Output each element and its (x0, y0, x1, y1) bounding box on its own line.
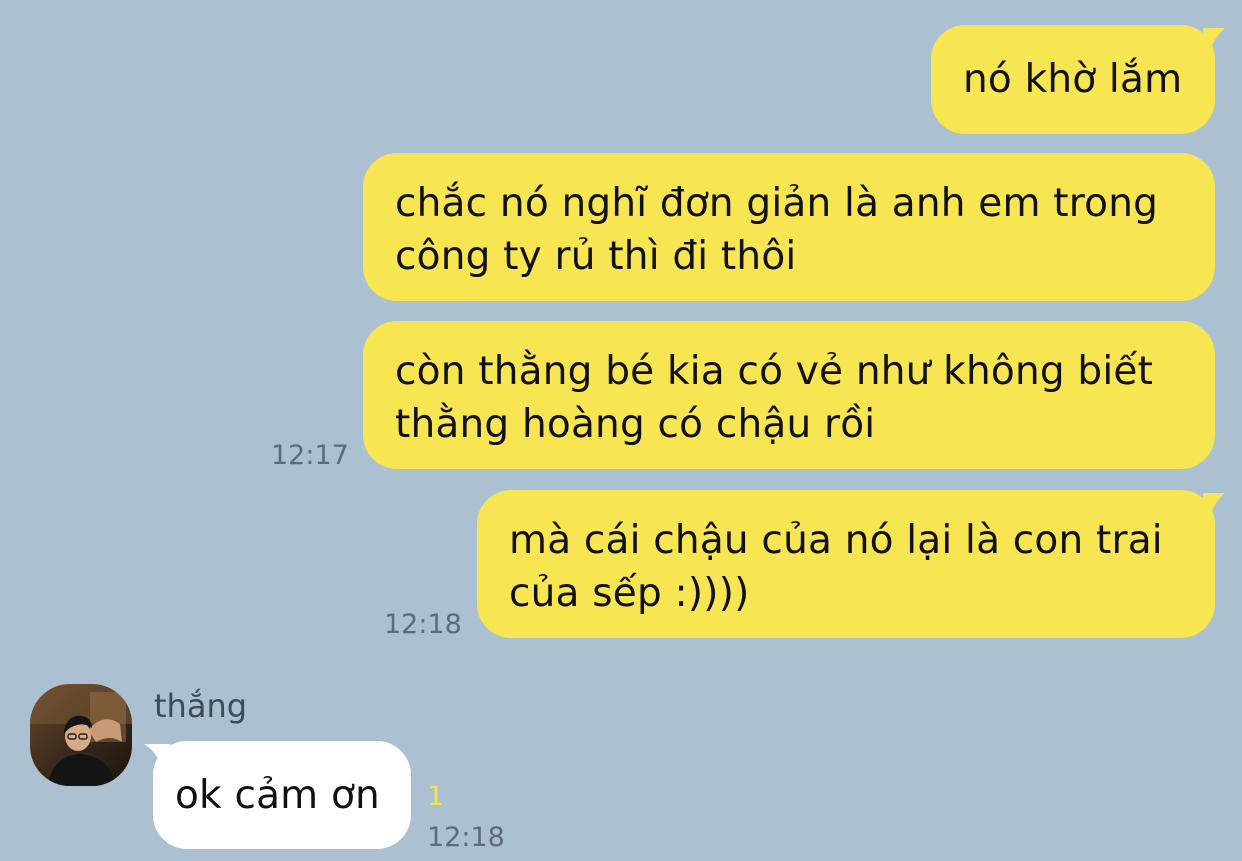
user-photo-avatar-icon (30, 684, 132, 786)
unread-count: 1 (427, 781, 445, 812)
message-text: mà cái chậu của nó lại là con trai của s… (509, 518, 1163, 616)
message-bubble-outgoing[interactable]: còn thằng bé kia có vẻ như không biết th… (363, 321, 1215, 469)
message-text: còn thằng bé kia có vẻ như không biết th… (395, 349, 1154, 447)
chat-view[interactable]: nó khờ lắm chắc nó nghĩ đơn giản là anh … (0, 0, 1242, 861)
message-text: chắc nó nghĩ đơn giản là anh em trong cô… (395, 181, 1159, 279)
message-bubble-outgoing[interactable]: nó khờ lắm (931, 25, 1215, 134)
message-timestamp: 12:18 (427, 822, 505, 853)
message-timestamp: 12:17 (271, 440, 349, 471)
bubble-tail-outgoing (1203, 28, 1225, 56)
message-bubble-incoming[interactable]: ok cảm ơn (153, 741, 411, 849)
sender-name: thắng (154, 687, 248, 725)
bubble-tail-outgoing (1203, 493, 1225, 521)
message-bubble-outgoing[interactable]: mà cái chậu của nó lại là con trai của s… (477, 490, 1215, 638)
message-text: nó khờ lắm (963, 57, 1183, 102)
message-text: ok cảm ơn (175, 773, 380, 818)
sender-avatar[interactable] (30, 684, 132, 786)
message-bubble-outgoing[interactable]: chắc nó nghĩ đơn giản là anh em trong cô… (363, 153, 1215, 301)
message-timestamp: 12:18 (384, 609, 462, 640)
